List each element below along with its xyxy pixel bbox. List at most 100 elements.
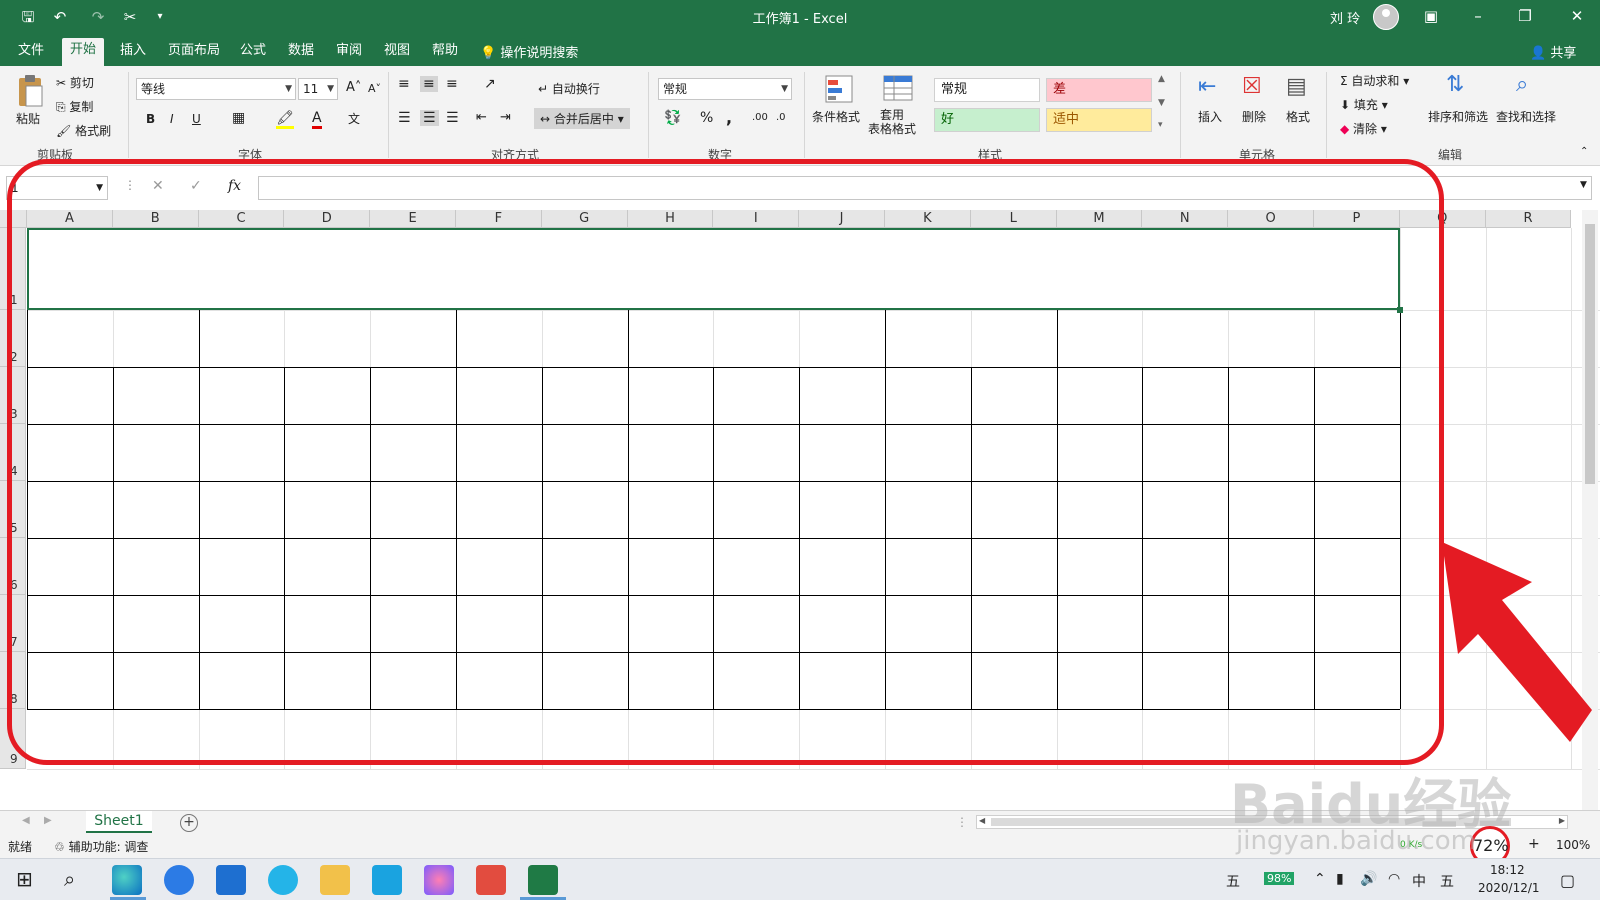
merge-center-button[interactable]: ↔ 合并后居中 ▾ xyxy=(534,108,630,129)
paste-icon[interactable] xyxy=(14,74,46,107)
column-header[interactable]: I xyxy=(713,210,800,228)
scroll-left-icon[interactable]: ◀ xyxy=(979,816,985,825)
autosum-button[interactable]: Σ 自动求和 ▾ xyxy=(1340,72,1409,89)
gallery-up-icon[interactable]: ▲ xyxy=(1158,74,1165,84)
column-header[interactable]: K xyxy=(885,210,971,228)
column-header[interactable]: J xyxy=(799,210,885,228)
avatar[interactable] xyxy=(1373,4,1399,30)
row-header[interactable]: 4 xyxy=(0,424,26,481)
paste-label[interactable]: 粘贴 xyxy=(16,110,40,127)
font-name-select[interactable]: 等线 ▼ xyxy=(136,78,296,100)
search-icon[interactable]: ⌕ xyxy=(64,867,75,891)
conditional-format-icon[interactable] xyxy=(824,74,856,106)
cut-button[interactable]: ✂ 剪切 xyxy=(56,74,94,91)
row-header[interactable]: 7 xyxy=(0,595,26,652)
ime-lang[interactable]: 中 xyxy=(1412,871,1426,891)
column-header[interactable]: C xyxy=(198,210,285,228)
expand-formula-icon[interactable]: ▼ xyxy=(1580,180,1587,190)
shrink-font-icon[interactable]: A˅ xyxy=(368,82,381,95)
sheet-tab[interactable]: Sheet1 xyxy=(86,811,152,833)
gallery-down-icon[interactable]: ▼ xyxy=(1158,98,1165,108)
row-header[interactable]: 3 xyxy=(0,367,26,424)
restore-icon[interactable]: ❐ xyxy=(1502,0,1548,34)
insert-cells-icon[interactable]: ⇤ xyxy=(1198,74,1216,99)
tab-page-layout[interactable]: 页面布局 xyxy=(160,42,228,66)
row-header[interactable]: 9 xyxy=(0,709,26,769)
tell-me-search[interactable]: 💡 操作说明搜索 xyxy=(480,42,578,61)
align-middle-icon[interactable]: ≡ xyxy=(420,76,438,92)
ribbon-display-icon[interactable]: ▣ xyxy=(1408,0,1454,34)
clear-button[interactable]: ◆ 清除 ▾ xyxy=(1340,120,1387,137)
tab-formulas[interactable]: 公式 xyxy=(232,42,274,66)
phonetic-icon[interactable]: 文 xyxy=(348,110,360,127)
prev-sheet-icon[interactable]: ◀ xyxy=(22,815,30,826)
accessibility-status[interactable]: ♲ 辅助功能: 调查 xyxy=(54,838,148,855)
tab-file[interactable]: 文件 xyxy=(10,42,52,66)
column-header[interactable]: Q xyxy=(1399,210,1486,228)
row-header[interactable]: 8 xyxy=(0,652,26,709)
fill-handle[interactable] xyxy=(1396,307,1403,313)
cancel-icon[interactable]: ✕ xyxy=(152,178,164,194)
align-center-icon[interactable]: ☰ xyxy=(420,110,439,126)
share-button[interactable]: 👤 共享 xyxy=(1530,42,1576,61)
recorder-icon[interactable] xyxy=(476,865,506,895)
sort-filter-label[interactable]: 排序和筛选 xyxy=(1428,108,1488,125)
notification-icon[interactable]: ▢ xyxy=(1560,871,1575,890)
scroll-right-icon[interactable]: ▶ xyxy=(1559,816,1565,825)
next-sheet-icon[interactable]: ▶ xyxy=(44,815,52,826)
format-painter-button[interactable]: 🖌 格式刷 xyxy=(56,122,111,139)
column-header[interactable]: P xyxy=(1314,210,1400,228)
volume-icon[interactable]: 🔊 xyxy=(1360,871,1377,887)
ime-wubi[interactable]: 五 xyxy=(1440,871,1454,891)
align-left-icon[interactable]: ☰ xyxy=(398,110,411,126)
bold-button[interactable]: B xyxy=(146,112,155,126)
comma-button[interactable]: , xyxy=(726,108,732,127)
enter-icon[interactable]: ✓ xyxy=(190,178,202,194)
format-cells-icon[interactable]: ▤ xyxy=(1286,74,1307,99)
fill-color-icon[interactable]: 🖍 xyxy=(276,110,294,129)
currency-icon[interactable]: 💱 xyxy=(664,110,681,126)
column-header[interactable]: N xyxy=(1142,210,1229,228)
font-color-icon[interactable]: A xyxy=(312,110,322,129)
column-header[interactable]: A xyxy=(27,210,113,228)
column-header[interactable]: L xyxy=(970,210,1057,228)
tab-home[interactable]: 开始 xyxy=(62,38,105,66)
align-right-icon[interactable]: ☰ xyxy=(446,110,459,126)
tab-data[interactable]: 数据 xyxy=(280,42,322,66)
table-format-label[interactable]: 套用 表格格式 xyxy=(868,108,916,136)
formula-options-icon[interactable]: ⋮ xyxy=(124,178,136,192)
row-header[interactable]: 2 xyxy=(0,310,26,367)
find-select-icon[interactable]: ⌕ xyxy=(1516,72,1528,97)
row-header[interactable]: 1 xyxy=(0,228,26,310)
increase-decimal-icon[interactable]: .00 xyxy=(752,112,768,123)
zoom-in-icon[interactable]: + xyxy=(1528,836,1540,852)
clock-time[interactable]: 18:12 xyxy=(1490,863,1525,877)
row-header[interactable]: 5 xyxy=(0,481,26,538)
insert-function-icon[interactable]: fx xyxy=(228,178,241,194)
italic-button[interactable]: I xyxy=(170,112,174,126)
delete-cells-icon[interactable]: ☒ xyxy=(1242,74,1262,99)
scrollbar-thumb[interactable] xyxy=(1585,224,1595,484)
mail-icon[interactable] xyxy=(216,865,246,895)
ime-mode-icon[interactable]: 五 xyxy=(1226,871,1240,891)
style-cell-3[interactable]: 适中 xyxy=(1046,108,1152,132)
zoom-level[interactable]: 100% xyxy=(1556,838,1590,852)
column-header[interactable]: B xyxy=(112,210,199,228)
selected-cell[interactable] xyxy=(27,228,1400,310)
style-cell-1[interactable]: 差 xyxy=(1046,78,1152,102)
grow-font-icon[interactable]: A˄ xyxy=(346,80,361,95)
tab-splitter-icon[interactable]: ⋮ xyxy=(956,815,968,829)
number-format-select[interactable]: 常规 ▼ xyxy=(658,78,792,100)
close-icon[interactable]: ✕ xyxy=(1554,0,1600,34)
find-select-label[interactable]: 查找和选择 xyxy=(1496,108,1556,125)
decrease-indent-icon[interactable]: ⇤ xyxy=(476,110,487,125)
wrap-text-button[interactable]: ↵ 自动换行 xyxy=(538,80,600,97)
collapse-ribbon-icon[interactable]: ⌃ xyxy=(1580,146,1588,157)
store-icon[interactable] xyxy=(372,865,402,895)
column-header[interactable]: G xyxy=(541,210,628,228)
battery-icon[interactable]: 98% xyxy=(1264,872,1295,885)
insert-cells-label[interactable]: 插入 xyxy=(1198,108,1222,125)
name-box[interactable]: 1 ▼ xyxy=(6,176,108,200)
wifi-icon[interactable]: ◠ xyxy=(1388,871,1400,887)
decrease-decimal-icon[interactable]: .0 xyxy=(776,112,786,123)
